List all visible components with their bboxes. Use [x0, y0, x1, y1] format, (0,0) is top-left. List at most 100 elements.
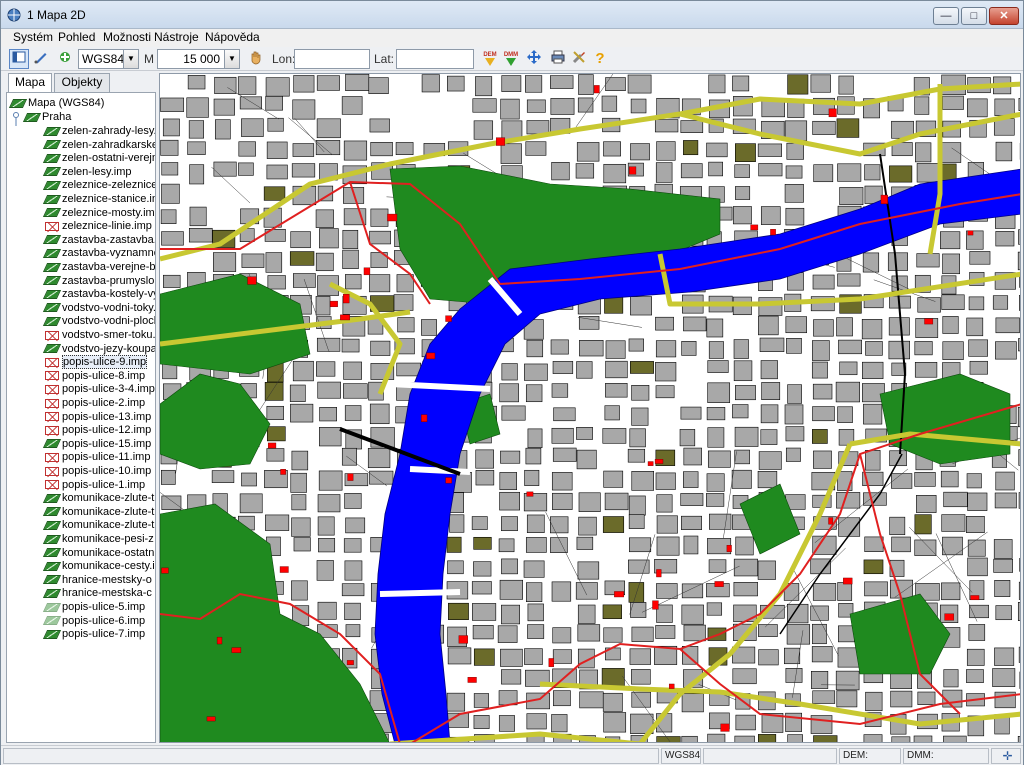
layer-visible-icon[interactable]: [42, 629, 62, 639]
layer-visible-icon[interactable]: [42, 289, 62, 299]
projection-dropdown-arrow[interactable]: ▼: [123, 49, 139, 69]
menu-options[interactable]: Možnosti: [103, 30, 151, 44]
layer-item[interactable]: komunikace-pesi-z: [42, 532, 154, 546]
layer-item[interactable]: zastavba-zastavba.: [42, 233, 155, 247]
layer-item[interactable]: popis-ulice-11.imp: [45, 450, 150, 464]
layer-visible-icon[interactable]: [42, 126, 62, 136]
measure-button[interactable]: [31, 49, 51, 69]
dem-button[interactable]: DEM: [480, 49, 500, 69]
layer-visible-icon[interactable]: [42, 344, 62, 354]
scale-dropdown-arrow[interactable]: ▼: [224, 49, 240, 69]
layer-item[interactable]: zeleznice-zeleznice: [42, 178, 155, 192]
layer-item[interactable]: komunikace-zlute-t: [42, 505, 154, 519]
menu-tools[interactable]: Nástroje: [154, 30, 199, 44]
layer-item[interactable]: hranice-mestsky-o: [42, 573, 152, 587]
layer-item[interactable]: zastavba-kostely-vy: [42, 287, 155, 301]
dmm-button[interactable]: DMM: [501, 49, 521, 69]
layer-hidden-icon[interactable]: [45, 425, 59, 435]
menu-system[interactable]: Systém: [13, 30, 53, 44]
layer-hidden-icon[interactable]: [45, 412, 59, 422]
layer-visible-icon[interactable]: [42, 561, 62, 571]
layer-item[interactable]: popis-ulice-6.imp: [42, 614, 145, 628]
layer-item[interactable]: zeleznice-linie.imp: [45, 219, 152, 233]
layer-item[interactable]: hranice-mestska-c: [42, 586, 152, 600]
layer-item[interactable]: vodstvo-jezy-koupa: [42, 342, 155, 356]
layer-add-button[interactable]: [55, 49, 75, 69]
lat-input[interactable]: [396, 49, 474, 69]
help-button[interactable]: ?: [590, 49, 610, 69]
layer-item[interactable]: popis-ulice-13.imp: [45, 410, 151, 424]
layer-item[interactable]: zeleznice-stanice.in: [42, 192, 155, 206]
layer-visible-icon[interactable]: [42, 602, 62, 612]
layer-hidden-icon[interactable]: [45, 330, 59, 340]
layer-item[interactable]: komunikace-ostatn: [42, 546, 154, 560]
layer-visible-icon[interactable]: [42, 180, 62, 190]
settings-button[interactable]: [569, 49, 589, 69]
layer-item[interactable]: popis-ulice-2.imp: [45, 396, 145, 410]
layer-visible-icon[interactable]: [42, 534, 62, 544]
layer-item[interactable]: popis-ulice-10.imp: [45, 464, 151, 478]
layer-item[interactable]: zelen-ostatni-verejn: [42, 151, 155, 165]
layer-item[interactable]: zeleznice-mosty.im: [42, 206, 155, 220]
layer-item[interactable]: popis-ulice-9.imp: [45, 355, 148, 370]
minimize-button[interactable]: —: [933, 7, 959, 25]
layer-item[interactable]: vodstvo-vodni-ploch: [42, 314, 155, 328]
map-canvas[interactable]: [159, 73, 1021, 743]
layer-hidden-icon[interactable]: [45, 480, 59, 490]
tab-map[interactable]: Mapa: [8, 73, 52, 93]
layer-item[interactable]: popis-ulice-1.imp: [45, 478, 145, 492]
layer-visible-icon[interactable]: [42, 194, 62, 204]
layer-visible-icon[interactable]: [42, 208, 62, 218]
layer-item[interactable]: zastavba-vyznamne: [42, 246, 155, 260]
menu-view[interactable]: Pohled: [58, 30, 95, 44]
title-bar[interactable]: 1 Mapa 2D — □ ✕: [1, 1, 1023, 29]
pan-button[interactable]: [524, 49, 544, 69]
layer-item[interactable]: vodstvo-smer-toku.: [45, 328, 155, 342]
layer-hidden-icon[interactable]: [45, 398, 59, 408]
layer-visible-icon[interactable]: [42, 588, 62, 598]
layer-visible-icon[interactable]: [42, 262, 62, 272]
layer-item[interactable]: popis-ulice-15.imp: [42, 437, 151, 451]
layer-visible-icon[interactable]: [42, 439, 62, 449]
hand-button[interactable]: [246, 49, 266, 69]
lon-input[interactable]: [294, 49, 370, 69]
layer-item[interactable]: komunikace-cesty.i: [42, 559, 155, 573]
map-svg[interactable]: [160, 74, 1021, 743]
close-button[interactable]: ✕: [989, 7, 1019, 25]
layer-hidden-icon[interactable]: [45, 452, 59, 462]
layer-visible-icon[interactable]: [42, 140, 62, 150]
projection-select[interactable]: WGS84: [78, 49, 124, 69]
layer-visible-icon[interactable]: [42, 616, 62, 626]
scale-input[interactable]: 15 000: [157, 49, 225, 69]
layer-visible-icon[interactable]: [42, 520, 62, 530]
layer-hidden-icon[interactable]: [45, 357, 59, 367]
layer-visible-icon[interactable]: [42, 493, 62, 503]
layer-visible-icon[interactable]: [42, 167, 62, 177]
layer-visible-icon[interactable]: [42, 316, 62, 326]
layer-item[interactable]: zelen-lesy.imp: [42, 165, 132, 179]
tree-root[interactable]: Mapa (WGS84): [8, 96, 104, 110]
layer-item[interactable]: popis-ulice-3-4.imp: [45, 382, 155, 396]
layer-item[interactable]: popis-ulice-8.imp: [45, 369, 145, 383]
layer-hidden-icon[interactable]: [45, 384, 59, 394]
layer-item[interactable]: vodstvo-vodni-toky.: [42, 301, 155, 315]
layer-visible-icon[interactable]: [42, 548, 62, 558]
layer-item[interactable]: zastavba-prumyslo: [42, 274, 154, 288]
panel-toggle-button[interactable]: [9, 49, 29, 69]
menu-help[interactable]: Nápověda: [205, 30, 260, 44]
layer-hidden-icon[interactable]: [45, 466, 59, 476]
layer-item[interactable]: komunikace-zlute-t: [42, 491, 154, 505]
layer-item[interactable]: popis-ulice-7.imp: [42, 627, 145, 641]
tree-group-praha[interactable]: Praha: [22, 110, 71, 124]
tab-objects[interactable]: Objekty: [54, 73, 110, 92]
layer-visible-icon[interactable]: [42, 153, 62, 163]
print-button[interactable]: [548, 49, 568, 69]
layer-visible-icon[interactable]: [42, 248, 62, 258]
layer-item[interactable]: zelen-zahradkarske: [42, 138, 155, 152]
layer-hidden-icon[interactable]: [45, 371, 59, 381]
layer-hidden-icon[interactable]: [45, 221, 59, 231]
layer-visible-icon[interactable]: [42, 276, 62, 286]
layer-visible-icon[interactable]: [42, 575, 62, 585]
layer-visible-icon[interactable]: [42, 235, 62, 245]
layer-item[interactable]: zastavba-verejne-b: [42, 260, 155, 274]
